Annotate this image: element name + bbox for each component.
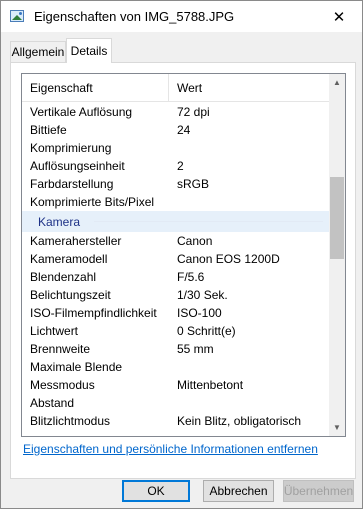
property-name: Belichtungszeit [30, 288, 111, 302]
property-name: Blendenzahl [30, 270, 97, 284]
table-row[interactable]: Belichtungszeit 1/30 Sek. [22, 286, 329, 304]
property-name: Komprimierung [30, 141, 112, 155]
table-row[interactable]: Kamerahersteller Canon [22, 232, 329, 250]
property-name: Bittiefe [30, 123, 67, 137]
title-bar: Eigenschaften von IMG_5788.JPG ✕ [1, 1, 362, 32]
table-row[interactable]: Blendenzahl F/5.6 [22, 268, 329, 286]
property-value: 1/30 Sek. [177, 288, 228, 302]
close-button[interactable]: ✕ [316, 1, 362, 32]
property-value: 55 mm [177, 342, 214, 356]
table-row[interactable]: Brennweite 55 mm [22, 340, 329, 358]
table-row[interactable]: Vertikale Auflösung 72 dpi [22, 103, 329, 121]
property-value: Mittenbetont [177, 378, 244, 392]
property-value: 24 [177, 123, 191, 137]
property-value: sRGB [177, 177, 210, 191]
property-name: Komprimierte Bits/Pixel [30, 195, 155, 209]
property-rows: Vertikale Auflösung 72 dpi Bittiefe 24 K… [22, 103, 329, 430]
property-value: ISO-100 [177, 306, 222, 320]
table-row[interactable]: ISO-Filmempfindlichkeit ISO-100 [22, 304, 329, 322]
group-header-kamera[interactable]: Kamera [22, 211, 329, 232]
list-header: Eigenschaft Wert [22, 74, 329, 102]
property-name: Maximale Blende [30, 360, 123, 374]
property-value: Canon [177, 234, 213, 248]
property-value: Kein Blitz, obligatorisch [177, 414, 302, 428]
group-divider [94, 221, 323, 222]
details-panel: Eigenschaft Wert Vertikale Auflösung 72 … [10, 62, 356, 479]
column-header-value[interactable]: Wert [177, 81, 202, 95]
table-row[interactable]: Maximale Blende [22, 358, 329, 376]
cancel-button[interactable]: Abbrechen [203, 480, 274, 502]
table-row[interactable]: Bittiefe 24 [22, 121, 329, 139]
property-value: 0 Schritt(e) [177, 324, 236, 338]
table-row[interactable]: Komprimierung [22, 139, 329, 157]
property-name: ISO-Filmempfindlichkeit [30, 306, 157, 320]
table-row[interactable]: Farbdarstellung sRGB [22, 175, 329, 193]
scroll-up-icon[interactable]: ▲ [329, 74, 345, 91]
scroll-thumb[interactable] [330, 177, 344, 259]
remove-properties-link[interactable]: Eigenschaften und persönliche Informatio… [23, 442, 318, 456]
table-row[interactable]: Messmodus Mittenbetont [22, 376, 329, 394]
property-name: Blitzlichtmodus [30, 414, 111, 428]
property-name: Lichtwert [30, 324, 79, 338]
tab-allgemein[interactable]: Allgemein [10, 41, 66, 62]
property-name: Kameramodell [30, 252, 108, 266]
group-label: Kamera [38, 215, 81, 229]
property-name: Abstand [30, 396, 75, 410]
window-title: Eigenschaften von IMG_5788.JPG [34, 9, 235, 24]
tab-details[interactable]: Details [66, 38, 112, 63]
property-name: Brennweite [30, 342, 91, 356]
table-row[interactable]: Komprimierte Bits/Pixel [22, 193, 329, 211]
column-header-property[interactable]: Eigenschaft [30, 81, 93, 95]
image-file-icon [10, 10, 24, 22]
table-row[interactable]: Auflösungseinheit 2 [22, 157, 329, 175]
scroll-down-icon[interactable]: ▼ [329, 419, 345, 436]
property-name: Messmodus [30, 378, 95, 392]
property-value: F/5.6 [177, 270, 205, 284]
properties-list[interactable]: Eigenschaft Wert Vertikale Auflösung 72 … [21, 73, 346, 437]
column-divider[interactable] [168, 74, 169, 102]
property-name: Vertikale Auflösung [30, 105, 133, 119]
vertical-scrollbar[interactable]: ▲ ▼ [329, 74, 345, 436]
property-name: Auflösungseinheit [30, 159, 125, 173]
table-row[interactable]: Kameramodell Canon EOS 1200D [22, 250, 329, 268]
table-row[interactable]: Lichtwert 0 Schritt(e) [22, 322, 329, 340]
ok-button[interactable]: OK [122, 480, 190, 502]
properties-dialog: Eigenschaften von IMG_5788.JPG ✕ Allgeme… [0, 0, 363, 509]
property-value: Canon EOS 1200D [177, 252, 280, 266]
property-value: 72 dpi [177, 105, 210, 119]
property-name: Kamerahersteller [30, 234, 122, 248]
property-name: Farbdarstellung [30, 177, 114, 191]
table-row[interactable]: Blitzlichtmodus Kein Blitz, obligatorisc… [22, 412, 329, 430]
table-row[interactable]: Abstand [22, 394, 329, 412]
property-value: 2 [177, 159, 184, 173]
apply-button[interactable]: Übernehmen [283, 480, 354, 502]
